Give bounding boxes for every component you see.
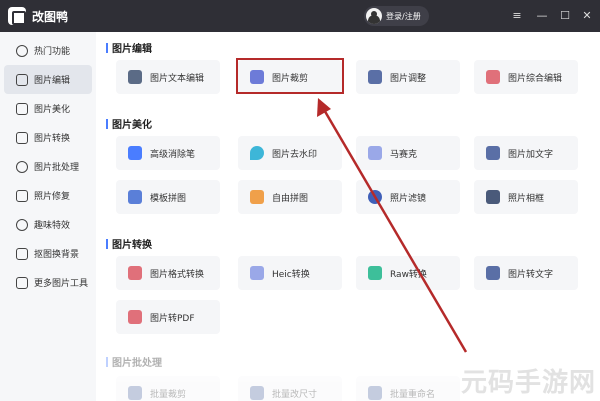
arrow-head: [317, 98, 331, 117]
annotation-arrow: [0, 0, 600, 401]
watermark: 元码手游网: [461, 362, 596, 399]
arrow-line: [323, 108, 466, 352]
